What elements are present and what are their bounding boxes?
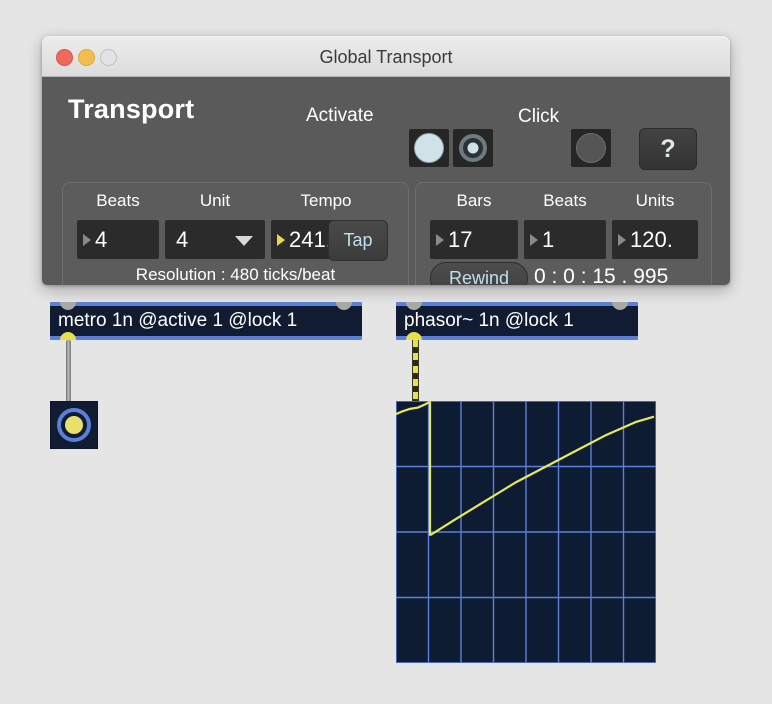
units-value: 120. <box>630 226 673 252</box>
activate-led-ring-icon <box>459 134 487 162</box>
unit-value: 4 <box>176 226 189 252</box>
beats-spinner-icon-right <box>530 233 538 246</box>
bars-spinner-icon <box>436 233 444 246</box>
patch-cord-metro-to-bang[interactable] <box>66 340 71 405</box>
unit-label: Unit <box>199 191 231 210</box>
bars-label: Bars <box>456 191 492 210</box>
transport-window: Global Transport Transport Activate Clic… <box>42 36 730 285</box>
transport-panel: Transport Activate Click ? Beats 4 Unit … <box>42 77 730 285</box>
bars-value: 17 <box>448 226 473 252</box>
activate-toggle[interactable] <box>409 129 449 167</box>
transport-heading: Transport <box>68 94 195 124</box>
help-button[interactable]: ? <box>639 128 697 170</box>
scope-waveform-trace <box>396 401 655 536</box>
beats-spinner-icon <box>83 233 91 246</box>
units-spinner-icon <box>618 233 626 246</box>
chevron-down-icon <box>235 235 253 246</box>
activate-label: Activate <box>306 105 374 126</box>
units-label: Units <box>635 191 675 210</box>
click-label: Click <box>518 106 560 127</box>
window-title: Global Transport <box>319 47 453 67</box>
phasor-object[interactable]: phasor~ 1n @lock 1 <box>396 302 638 340</box>
patch-cord-phasor-to-scope[interactable] <box>412 340 419 402</box>
bang-object[interactable] <box>50 401 98 449</box>
bang-core-icon <box>65 416 83 434</box>
units-number-box[interactable]: 120. <box>612 220 698 259</box>
beats-label: Beats <box>96 191 140 210</box>
beats-number-box-right[interactable]: 1 <box>524 220 606 259</box>
bars-number-box[interactable]: 17 <box>430 220 518 259</box>
time-readout: 0 : 0 : 15 . 995 <box>534 265 669 285</box>
window-titlebar[interactable]: Global Transport <box>42 36 730 77</box>
resolution-text: Resolution : 480 ticks/beat <box>135 265 336 284</box>
beats-number-box[interactable]: 4 <box>77 220 159 259</box>
metro-object-text: metro 1n @active 1 @lock 1 <box>50 306 362 336</box>
tempo-value: 241. <box>289 226 332 252</box>
activate-toggle-indicator <box>414 133 444 163</box>
click-toggle[interactable] <box>571 129 611 167</box>
beats-value: 4 <box>95 226 108 252</box>
beats-label-right: Beats <box>543 191 587 210</box>
scope-display[interactable] <box>396 401 656 663</box>
unit-dropdown[interactable]: 4 <box>165 220 265 259</box>
activate-led-core-icon <box>467 142 479 154</box>
click-toggle-indicator <box>576 133 606 163</box>
phasor-object-text: phasor~ 1n @lock 1 <box>396 306 638 336</box>
activate-led[interactable] <box>453 129 493 167</box>
tempo-settings-panel: Beats 4 Unit 4 Tempo 241. Tap Resolution… <box>62 182 409 285</box>
tempo-label: Tempo <box>300 191 352 210</box>
rewind-button[interactable]: Rewind <box>430 262 528 285</box>
beats-value-right: 1 <box>542 226 555 252</box>
tap-tempo-button[interactable]: Tap <box>328 220 388 261</box>
metro-object[interactable]: metro 1n @active 1 @lock 1 <box>50 302 362 340</box>
tempo-spinner-icon <box>277 233 285 246</box>
position-panel: Bars 17 Beats 1 Units 120. Rewind 0 : 0 … <box>415 182 712 285</box>
